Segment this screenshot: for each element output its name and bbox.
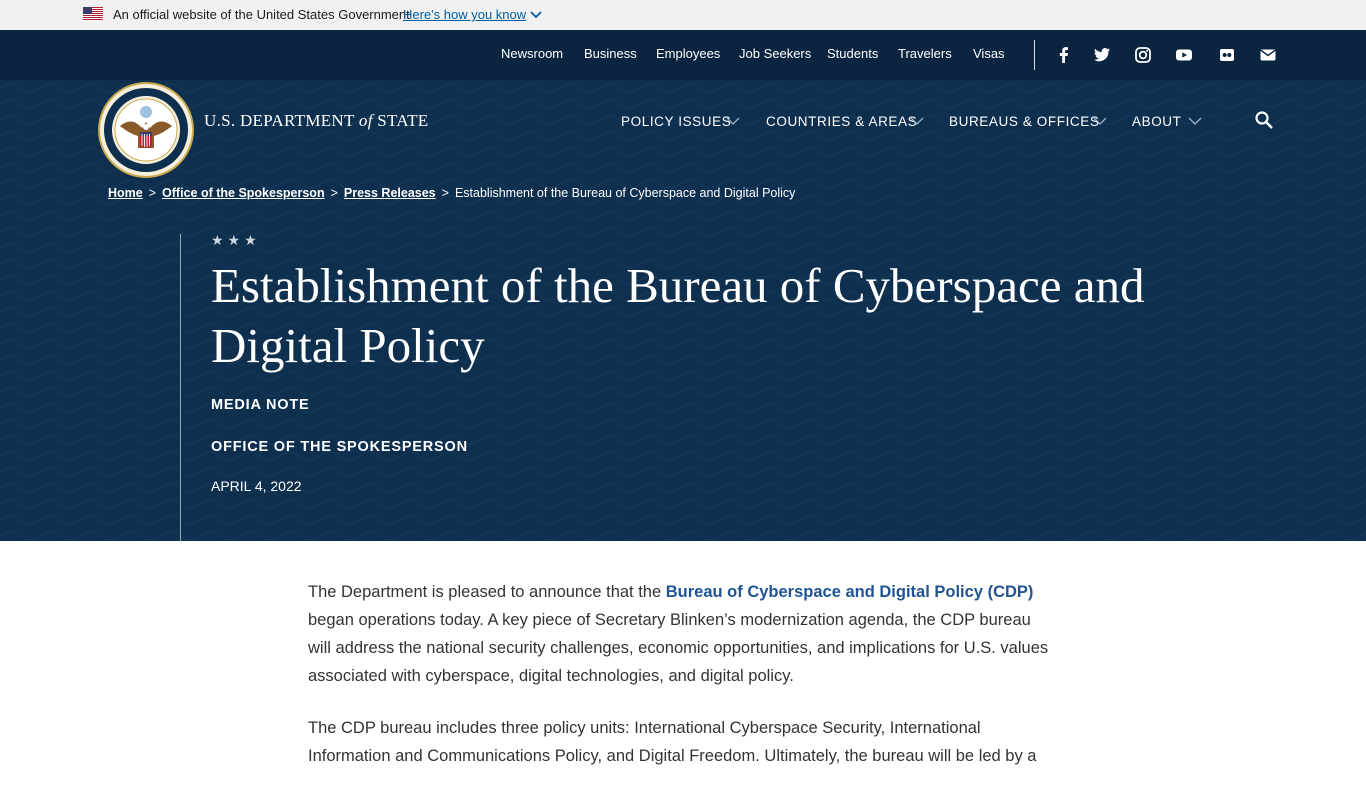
facebook-icon[interactable] (1055, 46, 1073, 64)
article-paragraph: The CDP bureau includes three policy uni… (308, 719, 1037, 765)
chevron-down-icon[interactable] (1188, 114, 1202, 128)
util-nav-students[interactable]: Students (827, 46, 878, 61)
youtube-icon[interactable] (1175, 46, 1193, 64)
issuing-office[interactable]: OFFICE OF THE SPOKESPERSON (211, 439, 468, 455)
stars-decoration: ★★★ (211, 233, 261, 249)
nav-about[interactable]: ABOUT (1132, 114, 1182, 129)
util-nav-visas[interactable]: Visas (973, 46, 1005, 61)
publish-date: APRIL 4, 2022 (211, 478, 302, 494)
util-nav-business[interactable]: Business (584, 46, 637, 61)
util-nav-employees[interactable]: Employees (656, 46, 720, 61)
breadcrumb-office[interactable]: Office of the Spokesperson (162, 186, 325, 200)
flickr-icon[interactable] (1218, 46, 1236, 64)
title-rule (180, 234, 181, 541)
search-icon[interactable] (1254, 110, 1274, 130)
page-title: Establishment of the Bureau of Cyberspac… (211, 258, 1145, 373)
nav-countries-areas[interactable]: COUNTRIES & AREAS (766, 114, 917, 129)
nav-bureaus-offices[interactable]: BUREAUS & OFFICES (949, 114, 1099, 129)
nav-policy-issues[interactable]: POLICY ISSUES (621, 114, 731, 129)
department-seal-logo[interactable] (98, 82, 194, 178)
breadcrumb-home[interactable]: Home (108, 186, 143, 200)
breadcrumb: Home > Office of the Spokesperson > Press Re… (108, 186, 795, 200)
breadcrumb-separator: > (441, 186, 449, 200)
chevron-down-icon[interactable] (910, 114, 924, 128)
breadcrumb-current: Establishment of the Bureau of Cyberspac… (454, 186, 796, 200)
utility-divider (1034, 40, 1035, 70)
instagram-icon[interactable] (1134, 46, 1152, 64)
article-body: The Department is pleased to announce th… (308, 578, 1058, 794)
site-title[interactable]: U.S. DEPARTMENT of STATE (204, 111, 428, 131)
article-paragraph: The Department is pleased to announce th… (308, 583, 1049, 685)
util-nav-job-seekers[interactable]: Job Seekers (739, 46, 811, 61)
content-type-label: MEDIA NOTE (211, 397, 310, 413)
breadcrumb-press-releases[interactable]: Press Releases (344, 186, 436, 200)
chevron-down-icon[interactable] (1093, 114, 1107, 128)
chevron-down-icon[interactable] (529, 8, 543, 22)
gov-banner: An official website of the United States… (0, 0, 1366, 30)
cdp-bureau-link[interactable]: Bureau of Cyberspace and Digital Policy … (666, 583, 1034, 601)
chevron-down-icon[interactable] (726, 114, 740, 128)
breadcrumb-separator: > (148, 186, 157, 200)
util-nav-travelers[interactable]: Travelers (898, 46, 952, 61)
how-you-know-link[interactable]: Here's how you know (403, 7, 526, 22)
util-nav-newsroom[interactable]: Newsroom (501, 46, 563, 61)
breadcrumb-separator: > (330, 186, 338, 200)
us-flag-icon (83, 7, 103, 20)
site-header: Newsroom Business Employees Job Seekers … (0, 30, 1366, 541)
gov-banner-text: An official website of the United States… (113, 7, 410, 22)
email-icon[interactable] (1259, 46, 1277, 64)
twitter-icon[interactable] (1093, 46, 1111, 64)
